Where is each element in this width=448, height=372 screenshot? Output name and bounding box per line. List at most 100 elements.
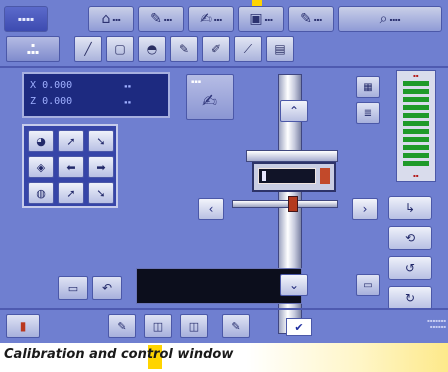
move-down-button[interactable]: ⌄ (280, 274, 308, 296)
move-button[interactable]: ➚ (58, 182, 84, 204)
tool-row: ╱ ▢ ◓ ✎ ✐ ⟋ ▤ (66, 36, 330, 62)
tab-pen[interactable]: ✎ ▪▪▪ (138, 6, 184, 32)
arrow-down-right-icon: ➘ (96, 186, 106, 200)
caption: Calibration and control window (4, 347, 234, 362)
pen-icon: ✎ (231, 319, 241, 333)
scanner-tool-button[interactable]: ▤ (266, 36, 294, 62)
chevron-left-icon: ‹ (208, 202, 214, 216)
document-icon: ◫ (152, 319, 164, 333)
tab-mini-label: ▪▪▪ (264, 16, 273, 22)
move-up-button[interactable]: ⌃ (280, 100, 308, 122)
meter-segment (403, 105, 429, 110)
tab-plot[interactable]: ✍ ▪▪▪ (188, 6, 234, 32)
pen-tool-button-2[interactable]: ✐ (202, 36, 230, 62)
probe (288, 196, 298, 212)
rotate-icon: ⟲ (404, 231, 416, 245)
monitor-icon: ▣ (249, 11, 263, 27)
arrow-right-icon: ➡ (96, 160, 106, 174)
move-button[interactable]: ➘ (88, 130, 114, 152)
document-icon: ◫ (188, 319, 200, 333)
bottom-tool-button[interactable]: ◫ (180, 314, 208, 338)
frame-icon: ▢ (114, 42, 126, 56)
tool-icon: ◈ (36, 160, 46, 174)
side-button[interactable]: ▭ (356, 274, 380, 296)
move-button[interactable]: ➚ (58, 130, 84, 152)
plot-icon: ✍ (202, 91, 218, 112)
right-tool-button[interactable]: ↻ (388, 286, 432, 310)
stamp-tool-button[interactable]: ◓ (138, 36, 166, 62)
move-button[interactable]: ⬅ (58, 156, 84, 178)
undo-icon: ↺ (404, 261, 416, 275)
move-button[interactable]: ➘ (88, 182, 114, 204)
move-button[interactable]: ◕ (28, 130, 54, 152)
undo-icon: ↶ (101, 281, 113, 295)
exit-icon: ▮ (19, 319, 27, 333)
move-button[interactable]: ◍ (28, 182, 54, 204)
search-icon: ⌕ (379, 11, 388, 27)
tab-home[interactable]: ▪▪▪▪ (4, 6, 48, 32)
tab-pen-2[interactable]: ✎ ▪▪▪ (288, 6, 334, 32)
mode-button[interactable]: ▪ ▪▪▪ (6, 36, 60, 62)
pen-button-label: ▪▪▪ (191, 79, 202, 85)
meter-segment (403, 121, 429, 126)
tool-icon: ◕ (36, 134, 46, 148)
right-tool-button[interactable]: ↺ (388, 256, 432, 280)
carriage-indicator (320, 168, 330, 184)
meter-segment (403, 161, 429, 166)
movement-grid: ◕ ➚ ➘ ◈ ⬅ ➡ ◍ ➚ ➘ (22, 124, 118, 208)
meter-segment (403, 113, 429, 118)
settings-icon: ▦ (363, 81, 373, 93)
plotter-pen-button[interactable]: ▪▪▪ ✍ (186, 74, 234, 120)
pen-tool-button[interactable]: ✎ (170, 36, 198, 62)
line-tool-button-2[interactable]: ⟋ (234, 36, 262, 62)
move-button[interactable]: ◈ (28, 156, 54, 178)
exit-button[interactable]: ▮ (6, 314, 40, 338)
x-readout: X 0.000 (30, 80, 72, 91)
right-tool-button[interactable]: ↳ (388, 196, 432, 220)
arrow-up-right-icon: ➚ (66, 186, 76, 200)
frame-tool-button[interactable]: ▢ (106, 36, 134, 62)
meter-segment (403, 129, 429, 134)
mode-indicator: ▪ (30, 42, 36, 49)
tab-mini-label: ▪▪▪ (163, 16, 172, 22)
tab-home-icon[interactable]: ⌂ ▪▪▪ (88, 6, 134, 32)
check-icon: ✔ (294, 320, 304, 334)
z-label: Z (30, 96, 37, 107)
footer-divider (0, 308, 448, 310)
move-right-button[interactable]: › (352, 198, 378, 220)
right-tool-button[interactable]: ⟲ (388, 226, 432, 250)
undo-button[interactable]: ↶ (92, 276, 122, 300)
unit-indicator: ▪▪ (124, 83, 132, 90)
confirm-button[interactable]: ✔ (286, 318, 312, 336)
meter-segment (403, 81, 429, 86)
line-tool-button[interactable]: ╱ (74, 36, 102, 62)
pen-icon: ✎ (117, 319, 127, 333)
z-value: 0.000 (42, 96, 73, 107)
plot-icon: ✍ (200, 11, 212, 27)
bottom-tool-button[interactable]: ✎ (108, 314, 136, 338)
pen-icon: ✎ (300, 11, 312, 27)
return-icon: ↳ (404, 201, 416, 215)
message-bar (136, 268, 302, 304)
side-button[interactable]: ≣ (356, 102, 380, 124)
meter-segment (403, 153, 429, 158)
move-button[interactable]: ➡ (88, 156, 114, 178)
bottom-tool-button[interactable]: ◫ (144, 314, 172, 338)
tab-search[interactable]: ⌕ ▪▪▪▪ (338, 6, 442, 32)
side-button[interactable]: ▦ (356, 76, 380, 98)
x-label: X (30, 80, 37, 91)
tab-mini-label: ▪▪▪ (112, 16, 121, 22)
line-icon: ╱ (84, 42, 92, 56)
coordinate-readout: X 0.000 Z 0.000 ▪▪ ▪▪ (22, 72, 170, 118)
pen-icon: ✐ (210, 42, 222, 56)
tab-monitor[interactable]: ▣ ▪▪▪ (238, 6, 284, 32)
meter-segment (403, 145, 429, 150)
frame-icon: ▭ (363, 279, 373, 291)
bottom-tool-button[interactable]: ✎ (222, 314, 250, 338)
pen-icon: ✎ (178, 42, 190, 56)
frame-button[interactable]: ▭ (58, 276, 88, 300)
move-left-button[interactable]: ‹ (198, 198, 224, 220)
status-text: ▪▪▪▪▪▪▪ ▪▪▪▪▪▪ (427, 318, 446, 329)
redo-icon: ↻ (404, 291, 416, 305)
carriage-rail (246, 150, 338, 162)
